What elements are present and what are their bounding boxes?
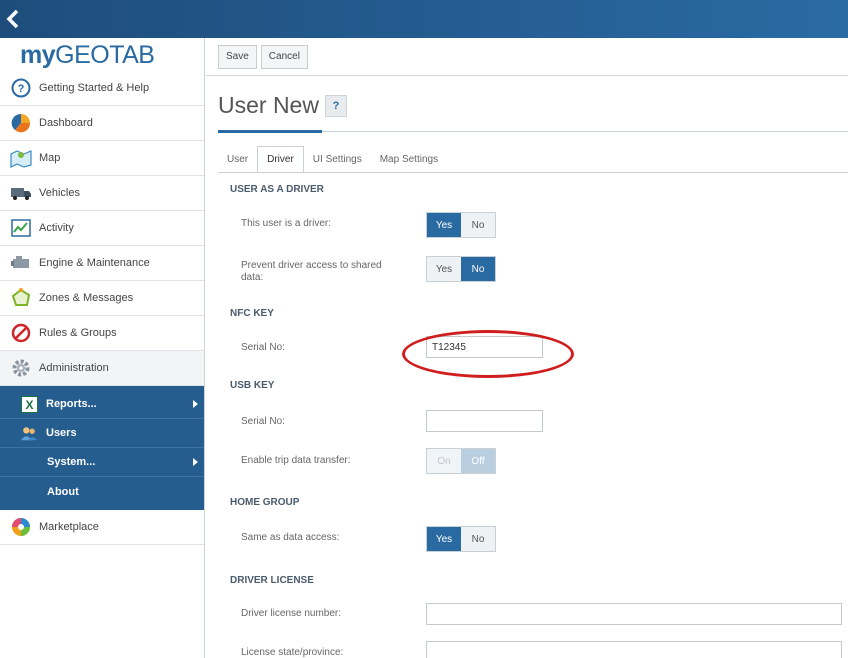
submenu-item-about[interactable]: About bbox=[0, 477, 204, 506]
is-driver-no-option[interactable]: No bbox=[461, 213, 495, 237]
toolbar: Save Cancel bbox=[206, 38, 848, 76]
trip-transfer-off-option[interactable]: Off bbox=[461, 449, 495, 473]
section-home-group: HOME GROUP bbox=[230, 497, 300, 508]
submenu-item-system[interactable]: System... bbox=[0, 448, 204, 477]
same-access-label: Same as data access: bbox=[241, 532, 340, 543]
same-access-toggle: Yes No bbox=[426, 526, 496, 552]
title-row: User New ? bbox=[218, 92, 347, 119]
sidebar-item-label: Marketplace bbox=[39, 521, 99, 533]
prevent-access-no-option[interactable]: No bbox=[461, 257, 495, 281]
sidebar-item-engine-maintenance[interactable]: Engine & Maintenance bbox=[0, 246, 204, 281]
submenu-item-label: About bbox=[47, 485, 79, 498]
trip-transfer-on-option[interactable]: On bbox=[427, 449, 461, 473]
zone-polygon-icon bbox=[10, 287, 32, 309]
license-state-input[interactable] bbox=[426, 641, 842, 658]
is-driver-yes-option[interactable]: Yes bbox=[427, 213, 461, 237]
prevent-access-toggle: Yes No bbox=[426, 256, 496, 282]
gear-icon bbox=[10, 357, 32, 379]
sidebar-item-label: Dashboard bbox=[39, 117, 93, 129]
submenu-item-label: Reports... bbox=[46, 398, 97, 410]
administration-submenu: X Reports... Users System... About bbox=[0, 386, 204, 510]
submenu-item-label: System... bbox=[47, 456, 96, 468]
sidebar-item-label: Administration bbox=[39, 362, 109, 374]
mygeotab-logo[interactable]: myGEOTAB bbox=[0, 38, 204, 71]
chevron-right-icon bbox=[193, 458, 198, 466]
license-number-input[interactable] bbox=[426, 603, 842, 625]
sidebar-item-label: Rules & Groups bbox=[39, 327, 117, 339]
submenu-item-reports[interactable]: X Reports... bbox=[0, 390, 204, 419]
tab-driver[interactable]: Driver bbox=[257, 146, 304, 173]
sidebar-item-label: Map bbox=[39, 152, 61, 164]
same-access-yes-option[interactable]: Yes bbox=[427, 527, 461, 551]
sidebar-item-vehicles[interactable]: Vehicles bbox=[0, 176, 204, 211]
sidebar-item-getting-started[interactable]: ? Getting Started & Help bbox=[0, 71, 204, 106]
trip-transfer-label: Enable trip data transfer: bbox=[241, 455, 351, 466]
excel-icon: X bbox=[20, 395, 38, 413]
sidebar-item-marketplace[interactable]: Marketplace bbox=[0, 510, 204, 545]
sidebar-item-label: Zones & Messages bbox=[39, 292, 134, 304]
page-title: User New bbox=[218, 92, 319, 118]
help-button[interactable]: ? bbox=[324, 94, 347, 117]
sidebar-item-zones-messages[interactable]: Zones & Messages bbox=[0, 281, 204, 316]
title-underline bbox=[218, 130, 322, 133]
section-user-as-driver: USER AS A DRIVER bbox=[230, 184, 324, 195]
is-driver-label: This user is a driver: bbox=[241, 218, 332, 229]
engine-icon bbox=[10, 252, 32, 274]
sidebar-item-activity[interactable]: Activity bbox=[0, 211, 204, 246]
nfc-serial-label: Serial No: bbox=[241, 342, 285, 353]
sidebar: myGEOTAB ? Getting Started & Help Dashbo… bbox=[0, 38, 205, 658]
activity-chart-icon bbox=[10, 217, 32, 239]
sidebar-item-label: Getting Started & Help bbox=[39, 82, 150, 94]
trip-transfer-toggle: On Off bbox=[426, 448, 496, 474]
top-bar bbox=[0, 0, 848, 38]
section-driver-license: DRIVER LICENSE bbox=[230, 575, 314, 586]
tab-ui-settings[interactable]: UI Settings bbox=[304, 146, 371, 173]
users-icon bbox=[20, 424, 38, 442]
license-state-label: License state/province: bbox=[241, 647, 344, 658]
truck-icon bbox=[10, 182, 32, 204]
help-circle-icon: ? bbox=[10, 77, 32, 99]
usb-serial-input[interactable] bbox=[426, 410, 543, 432]
save-button[interactable]: Save bbox=[218, 44, 257, 69]
pie-chart-icon bbox=[10, 112, 32, 134]
sidebar-item-rules-groups[interactable]: Rules & Groups bbox=[0, 316, 204, 351]
sidebar-item-administration[interactable]: Administration bbox=[0, 351, 204, 386]
tab-map-settings[interactable]: Map Settings bbox=[371, 146, 447, 173]
annotation-circle bbox=[402, 330, 574, 378]
cancel-button[interactable]: Cancel bbox=[260, 44, 308, 69]
section-usb-key: USB KEY bbox=[230, 380, 275, 391]
section-nfc-key: NFC KEY bbox=[230, 308, 274, 319]
tab-bar: User Driver UI Settings Map Settings bbox=[218, 146, 447, 173]
usb-serial-label: Serial No: bbox=[241, 416, 285, 427]
submenu-item-users[interactable]: Users bbox=[0, 419, 204, 448]
license-number-label: Driver license number: bbox=[241, 608, 342, 619]
is-driver-toggle: Yes No bbox=[426, 212, 496, 238]
main-content: Save Cancel User New ? User Driver UI Se… bbox=[206, 38, 848, 658]
marketplace-icon bbox=[10, 516, 32, 538]
back-arrow-icon[interactable] bbox=[4, 8, 24, 30]
prevent-access-yes-option[interactable]: Yes bbox=[427, 257, 461, 281]
sidebar-item-label: Activity bbox=[39, 222, 74, 234]
sidebar-item-label: Engine & Maintenance bbox=[39, 257, 150, 269]
chevron-right-icon bbox=[193, 400, 198, 408]
same-access-no-option[interactable]: No bbox=[461, 527, 495, 551]
sidebar-item-dashboard[interactable]: Dashboard bbox=[0, 106, 204, 141]
rules-prohibited-icon bbox=[10, 322, 32, 344]
svg-text:X: X bbox=[25, 398, 33, 412]
sidebar-item-label: Vehicles bbox=[39, 187, 80, 199]
tab-user[interactable]: User bbox=[218, 146, 257, 173]
sidebar-item-map[interactable]: Map bbox=[0, 141, 204, 176]
prevent-access-label: Prevent driver access to shared data: bbox=[241, 260, 382, 283]
map-icon bbox=[10, 147, 32, 169]
svg-text:?: ? bbox=[18, 83, 25, 95]
tabs-divider bbox=[218, 172, 848, 173]
submenu-item-label: Users bbox=[46, 427, 77, 439]
